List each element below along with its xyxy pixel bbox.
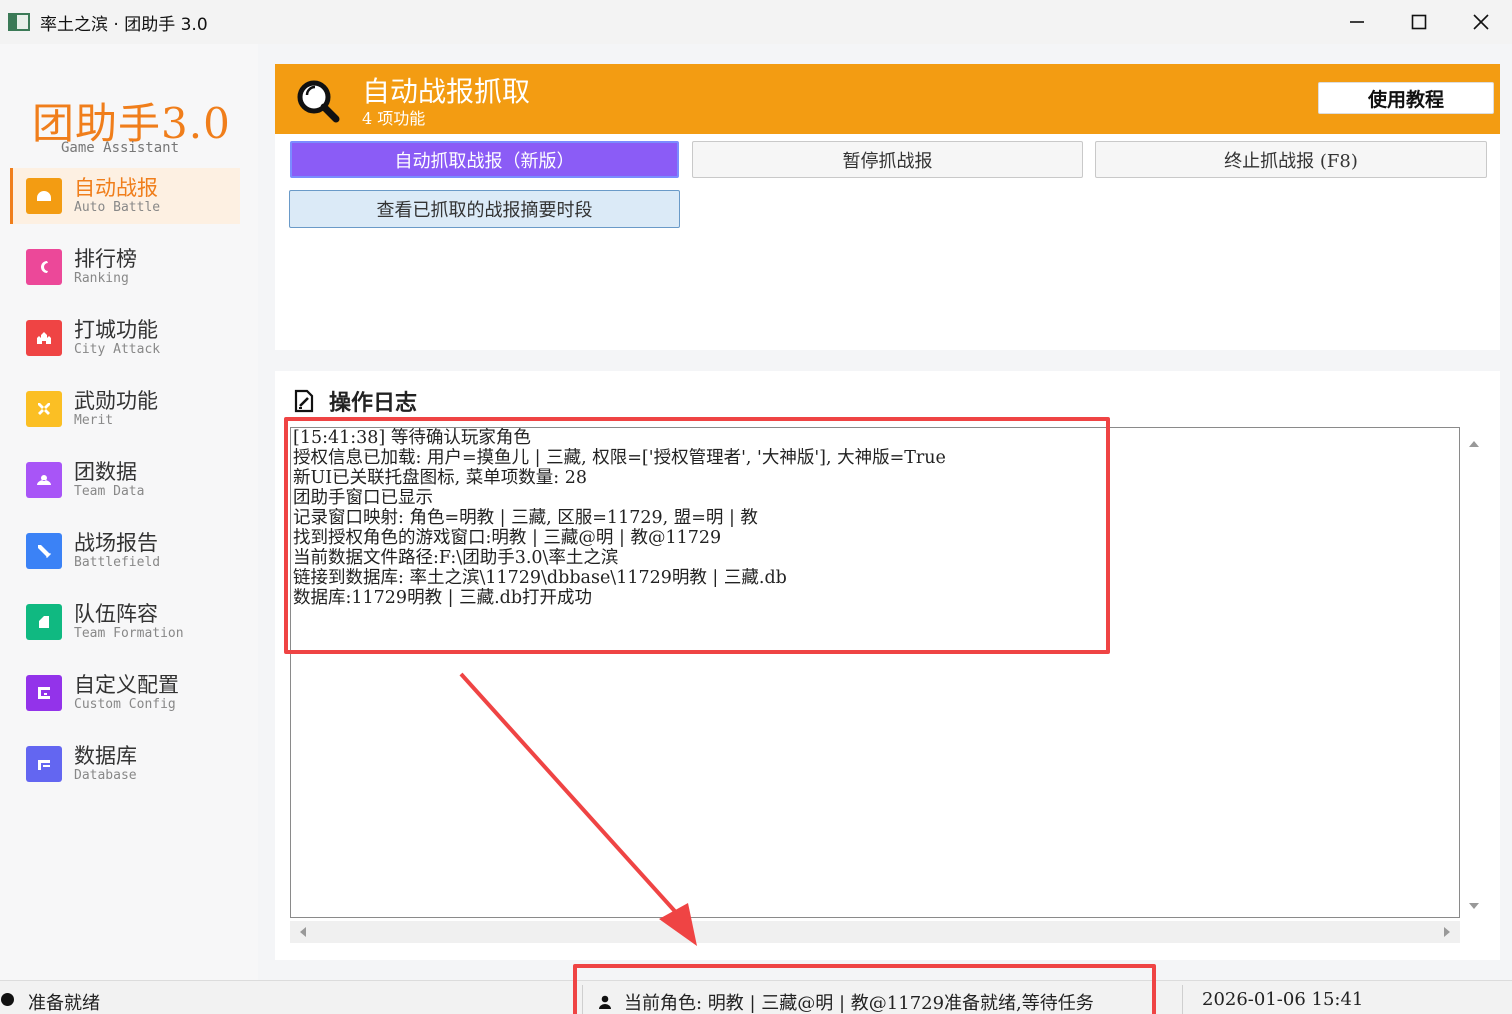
feature-banner: 自动战报抓取 4 项功能 使用教程 <box>275 64 1500 134</box>
sidebar-item-label: 打城功能 <box>74 318 158 342</box>
search-icon <box>297 80 340 123</box>
sidebar-item-label: 战场报告 <box>74 531 158 555</box>
maximize-button[interactable] <box>1388 0 1450 44</box>
sidebar-item-auto-battle[interactable]: 自动战报 Auto Battle <box>10 168 240 224</box>
sidebar-item-text: 排行榜 Ranking <box>74 247 137 287</box>
vertical-scrollbar[interactable] <box>1463 427 1485 918</box>
team-icon <box>26 462 62 498</box>
annotation-box-status <box>573 964 1156 1014</box>
maximize-icon <box>1411 14 1427 30</box>
close-icon <box>1473 14 1489 30</box>
sidebar-item-label: 排行榜 <box>74 247 137 271</box>
sidebar-item-database[interactable]: 数据库 Database <box>10 736 240 792</box>
sidebar-item-text: 武勋功能 Merit <box>74 389 158 429</box>
sidebar-item-sublabel: Battlefield <box>74 555 161 570</box>
sidebar-item-sublabel: Team Formation <box>74 626 184 641</box>
sidebar-item-sublabel: Ranking <box>74 271 129 286</box>
feature-panel: 自动战报抓取 4 项功能 使用教程 自动抓取战报（新版） 暂停抓战报 终止抓战报… <box>275 64 1500 350</box>
window-title: 率土之滨 · 团助手 3.0 <box>40 14 208 35</box>
status-indicator-icon <box>1 993 14 1006</box>
sidebar-item-custom-config[interactable]: 自定义配置 Custom Config <box>10 665 240 721</box>
sidebar-item-city-attack[interactable]: 打城功能 City Attack <box>10 310 240 366</box>
crossed-swords-icon <box>26 391 62 427</box>
sidebar-item-sublabel: City Attack <box>74 342 161 357</box>
status-ready-text: 准备就绪 <box>28 993 100 1014</box>
scroll-right-icon[interactable] <box>1436 921 1458 943</box>
sidebar-item-text: 数据库 Database <box>74 744 137 784</box>
scroll-up-icon[interactable] <box>1463 433 1485 455</box>
feature-title: 自动战报抓取 <box>362 75 531 108</box>
title-bar: 率土之滨 · 团助手 3.0 <box>0 0 1512 44</box>
horizontal-scrollbar[interactable] <box>290 921 1460 943</box>
sidebar-item-label: 数据库 <box>74 744 137 768</box>
sidebar-item-sublabel: Merit <box>74 413 114 428</box>
sidebar-item-sublabel: Database <box>74 768 137 783</box>
sidebar-item-text: 打城功能 City Attack <box>74 318 160 358</box>
auto-capture-button[interactable]: 自动抓取战报（新版） <box>290 141 679 178</box>
sidebar-item-merit[interactable]: 武勋功能 Merit <box>10 381 240 437</box>
sidebar-item-sublabel: Custom Config <box>74 697 176 712</box>
sidebar-item-label: 自动战报 <box>74 176 158 200</box>
tutorial-button[interactable]: 使用教程 <box>1318 82 1494 114</box>
feature-count: 4 项功能 <box>362 109 426 128</box>
annotation-box-log <box>284 417 1110 654</box>
sidebar-item-battlefield[interactable]: 战场报告 Battlefield <box>10 523 240 579</box>
database-icon <box>26 746 62 782</box>
sidebar-nav: 自动战报 Auto Battle 排行榜 Ranking 打城功能 City Attack… <box>10 168 240 807</box>
castle-icon <box>26 320 62 356</box>
sidebar-item-label: 团数据 <box>74 460 137 484</box>
minimize-icon <box>1350 21 1364 23</box>
sidebar-item-text: 自定义配置 Custom Config <box>74 673 179 713</box>
sidebar: 团助手3.0 Game Assistant 自动战报 Auto Battle 排行榜… <box>0 44 258 980</box>
sidebar-item-label: 武勋功能 <box>74 389 158 413</box>
sidebar-item-text: 队伍阵容 Team Formation <box>74 602 184 642</box>
helmet-icon <box>26 178 62 214</box>
sidebar-item-ranking[interactable]: 排行榜 Ranking <box>10 239 240 295</box>
app-logo-subtitle: Game Assistant <box>61 140 180 156</box>
window-controls <box>1326 0 1512 44</box>
formation-icon <box>26 604 62 640</box>
sidebar-item-label: 队伍阵容 <box>74 602 158 626</box>
sidebar-item-sublabel: Team Data <box>74 484 145 499</box>
config-icon <box>26 675 62 711</box>
app-icon <box>8 13 30 31</box>
sidebar-item-team-data[interactable]: 团数据 Team Data <box>10 452 240 508</box>
sidebar-item-sublabel: Auto Battle <box>74 200 161 215</box>
minimize-button[interactable] <box>1326 0 1388 44</box>
sidebar-item-text: 团数据 Team Data <box>74 460 144 500</box>
status-divider <box>1182 985 1183 1014</box>
close-button[interactable] <box>1450 0 1512 44</box>
edit-log-icon <box>294 389 314 413</box>
scroll-left-icon[interactable] <box>292 921 314 943</box>
scroll-down-icon[interactable] <box>1463 895 1485 917</box>
view-summary-button[interactable]: 查看已抓取的战报摘要时段 <box>289 190 680 228</box>
sword-icon <box>26 533 62 569</box>
pause-capture-button[interactable]: 暂停抓战报 <box>692 141 1083 178</box>
sidebar-item-text: 自动战报 Auto Battle <box>74 176 160 216</box>
sidebar-item-label: 自定义配置 <box>74 673 179 697</box>
log-header: 操作日志 <box>293 385 417 417</box>
sidebar-item-text: 战场报告 Battlefield <box>74 531 160 571</box>
status-time: 2026-01-06 15:41 <box>1202 989 1364 1010</box>
sidebar-item-team-formation[interactable]: 队伍阵容 Team Formation <box>10 594 240 650</box>
horseshoe-icon <box>26 249 62 285</box>
stop-capture-button[interactable]: 终止抓战报 (F8) <box>1095 141 1487 178</box>
log-title: 操作日志 <box>329 390 418 416</box>
